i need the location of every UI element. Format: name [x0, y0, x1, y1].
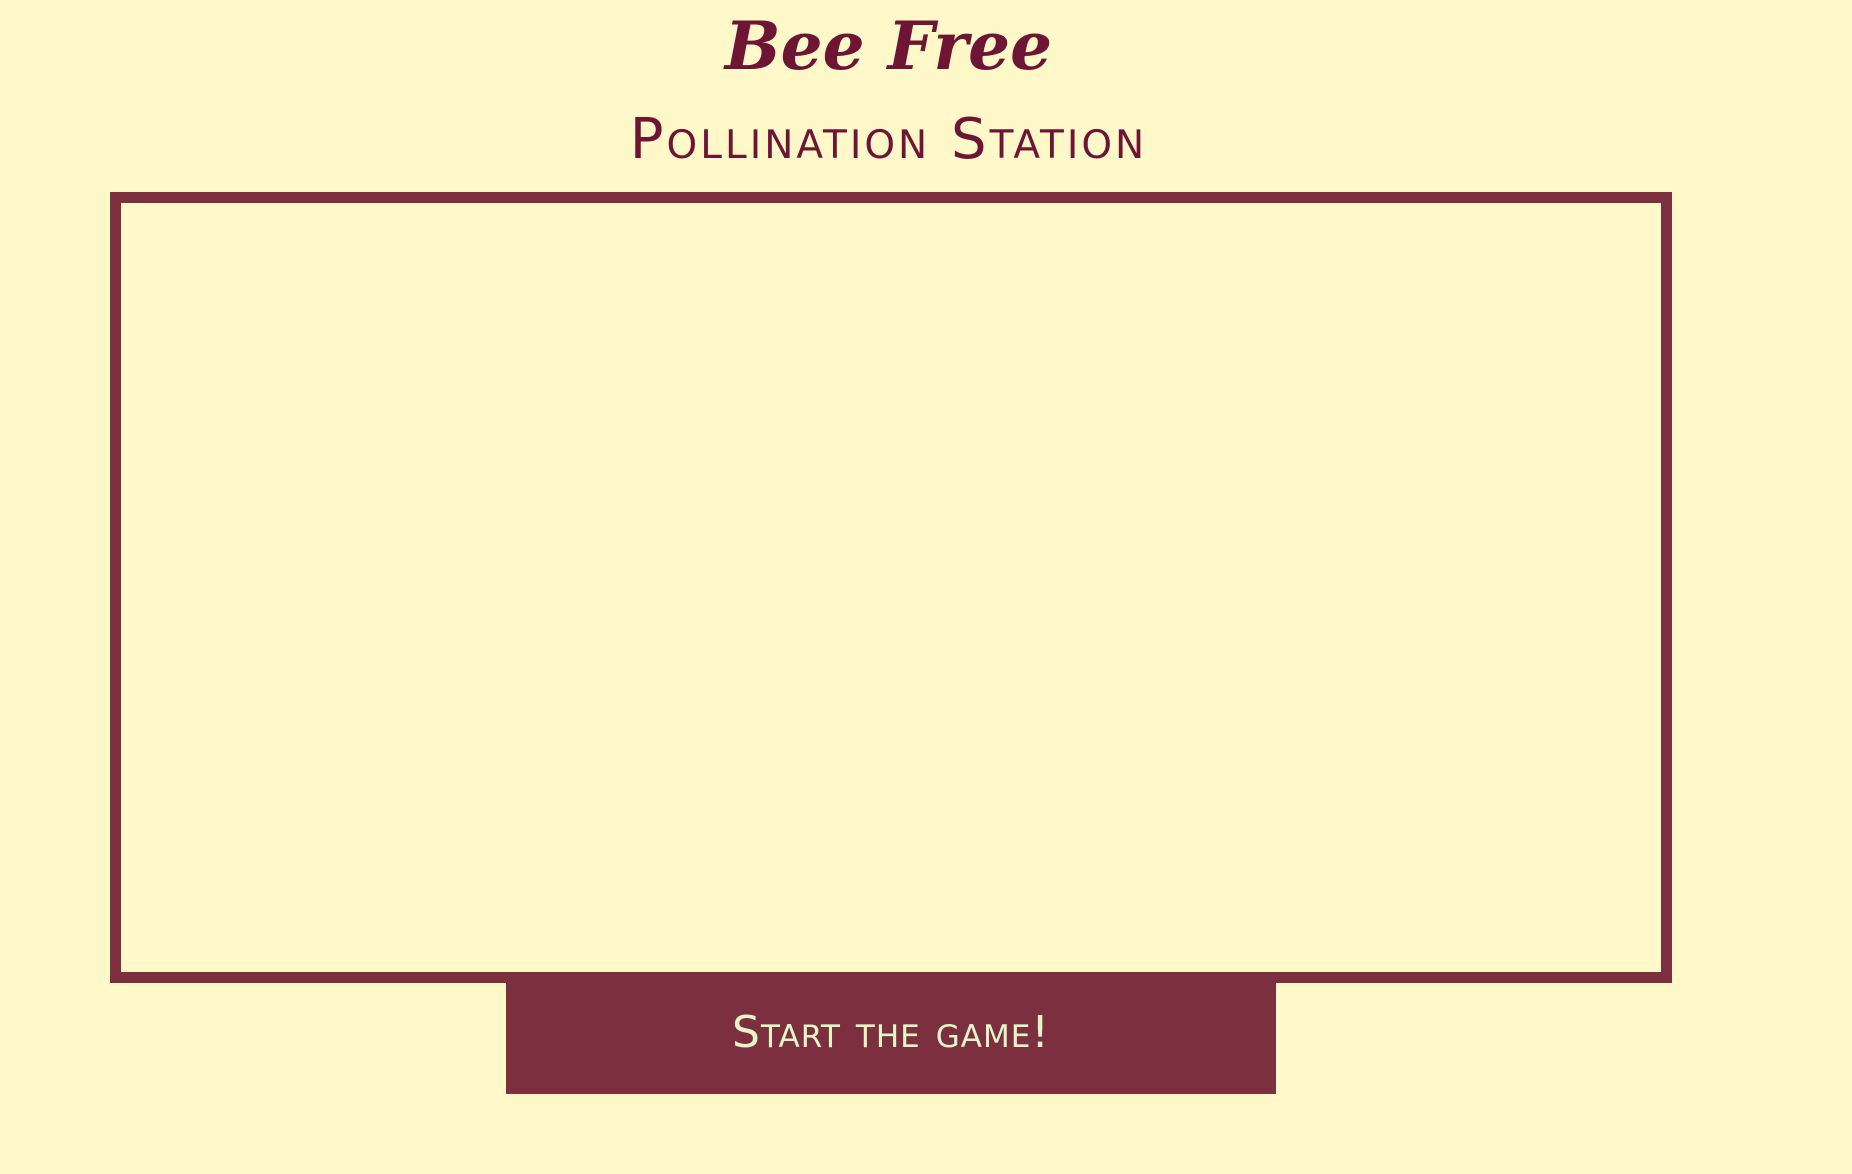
start-game-button[interactable]: Start the game! [506, 972, 1276, 1094]
game-board[interactable] [110, 192, 1672, 983]
game-title: Bee Free [724, 7, 1053, 85]
game-subtitle: Pollination Station [629, 107, 1148, 172]
